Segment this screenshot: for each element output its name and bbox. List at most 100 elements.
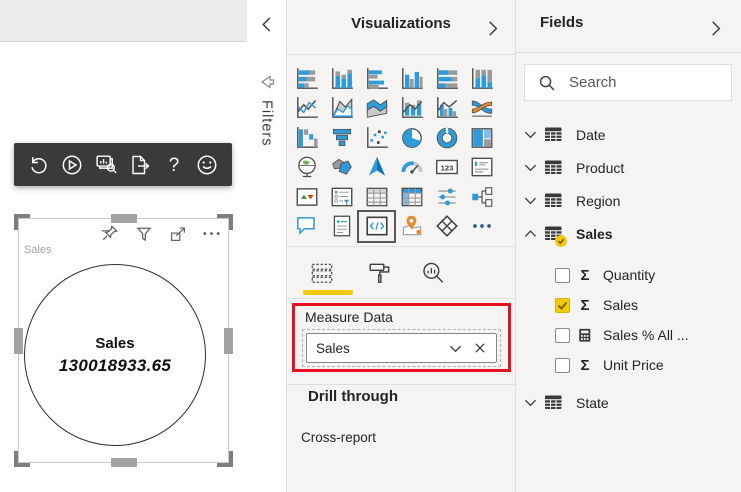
table-row-sales[interactable]: Sales	[516, 217, 741, 250]
viz-type-card-icon[interactable]: 123	[429, 153, 464, 183]
viz-type-key-influencers-icon[interactable]	[429, 182, 464, 212]
remove-field-x-icon[interactable]	[472, 341, 487, 356]
viz-type-shape-map-icon[interactable]	[359, 153, 394, 183]
viz-type-stacked-column-chart-icon[interactable]	[324, 64, 359, 94]
calculated-column-icon	[578, 328, 592, 343]
visualizations-pane: Visualizations 123 Measure Data Sales Dr…	[287, 0, 516, 492]
table-name: Product	[576, 159, 625, 176]
viz-type-donut-chart-icon[interactable]	[429, 123, 464, 153]
viz-type-treemap-icon[interactable]	[464, 123, 499, 153]
table-row-state[interactable]: State	[516, 386, 741, 419]
analytics-tab[interactable]	[420, 260, 446, 286]
chevron-down-icon[interactable]	[448, 341, 463, 356]
viz-type-matrix-icon[interactable]	[394, 182, 429, 212]
filter-icon[interactable]	[133, 223, 154, 244]
filters-pane-collapsed[interactable]: Filters	[247, 0, 287, 492]
chevron-up-icon[interactable]	[522, 227, 538, 240]
cross-report-label: Cross-report	[301, 430, 377, 445]
more-options-icon[interactable]	[201, 223, 222, 244]
visual-floating-toolbar: ?	[14, 143, 232, 186]
fields-search-box[interactable]	[524, 64, 732, 101]
chevron-down-icon[interactable]	[522, 194, 538, 207]
expand-filters-chevron-icon[interactable]	[258, 16, 275, 33]
viz-type-gauge-icon[interactable]	[394, 153, 429, 183]
field-well-item[interactable]: Sales	[306, 333, 497, 363]
feedback-smiley-icon[interactable]	[195, 152, 220, 177]
format-tab[interactable]	[367, 260, 393, 286]
checkbox-unchecked[interactable]	[555, 357, 570, 373]
chevron-down-icon[interactable]	[522, 128, 538, 141]
help-icon[interactable]: ?	[161, 152, 186, 177]
viz-type-filled-map-icon[interactable]	[324, 153, 359, 183]
viz-type-map-icon[interactable]	[289, 153, 324, 183]
chevron-down-icon[interactable]	[522, 396, 538, 409]
viz-type-smart-narrative-icon[interactable]	[324, 212, 359, 242]
viz-type-stacked-area-chart-icon[interactable]	[359, 94, 394, 124]
resize-handle-bottom[interactable]	[110, 458, 137, 467]
viz-type-more-visuals-icon[interactable]	[464, 212, 499, 242]
resize-handle-top-left[interactable]	[14, 214, 30, 230]
viz-type-stacked-bar-chart-icon[interactable]	[289, 64, 324, 94]
resize-handle-right[interactable]	[224, 327, 233, 354]
viz-type-funnel-chart-icon[interactable]	[324, 123, 359, 153]
visual-header-toolbar	[99, 223, 222, 244]
field-well-drop-area[interactable]: Sales	[302, 329, 501, 367]
viz-type-power-apps-icon[interactable]	[429, 212, 464, 242]
viz-type-multi-row-card-icon[interactable]	[464, 153, 499, 183]
card-visual-container[interactable]: Sales Sales 130018933.65	[14, 214, 233, 467]
field-row-quantity[interactable]: Σ Quantity	[516, 260, 741, 290]
viz-type-line-stacked-column-chart-icon[interactable]	[394, 94, 429, 124]
viz-type-scatter-chart-icon[interactable]	[359, 123, 394, 153]
viz-type-decomposition-tree-icon[interactable]	[464, 182, 499, 212]
play-icon[interactable]	[60, 152, 85, 177]
viz-type-script-visual-icon[interactable]	[357, 209, 396, 243]
visualizations-pane-title: Visualizations	[351, 15, 451, 32]
viz-type-ribbon-chart-icon[interactable]	[464, 94, 499, 124]
collapse-visualizations-chevron-icon[interactable]	[485, 20, 502, 37]
viz-type-slicer-icon[interactable]	[324, 182, 359, 212]
table-icon	[544, 125, 563, 144]
table-name: Region	[576, 192, 621, 209]
viz-type-hundred-stacked-column-chart-icon[interactable]	[464, 64, 499, 94]
search-input[interactable]	[567, 73, 711, 92]
resize-handle-bottom-left[interactable]	[14, 451, 30, 467]
sigma-measure-icon: Σ	[580, 266, 590, 284]
export-page-icon[interactable]	[127, 152, 152, 177]
field-name: Unit Price	[603, 357, 664, 373]
viz-type-hundred-stacked-bar-chart-icon[interactable]	[429, 64, 464, 94]
resize-handle-bottom-right[interactable]	[217, 451, 233, 467]
table-icon	[544, 393, 563, 412]
collapse-fields-chevron-icon[interactable]	[708, 20, 725, 37]
viz-type-kpi-icon[interactable]	[289, 182, 324, 212]
viz-type-clustered-column-chart-icon[interactable]	[394, 64, 429, 94]
checkbox-unchecked[interactable]	[555, 327, 570, 343]
pin-icon[interactable]	[99, 223, 120, 244]
refresh-icon[interactable]	[26, 152, 51, 177]
view-records-icon[interactable]	[94, 152, 119, 177]
divider	[287, 384, 515, 385]
viz-type-table-icon[interactable]	[359, 182, 394, 212]
table-row-product[interactable]: Product	[516, 151, 741, 184]
resize-handle-left[interactable]	[14, 327, 23, 354]
chevron-down-icon[interactable]	[522, 161, 538, 174]
field-row-sales[interactable]: Σ Sales	[516, 290, 741, 320]
viz-type-area-chart-icon[interactable]	[324, 94, 359, 124]
card-measure-label: Sales	[95, 334, 135, 352]
viz-type-arcgis-map-icon[interactable]	[394, 212, 429, 242]
visual-type-gallery: 123	[287, 64, 517, 243]
viz-type-waterfall-chart-icon[interactable]	[289, 123, 324, 153]
resize-handle-top[interactable]	[110, 214, 137, 223]
viz-type-line-chart-icon[interactable]	[289, 94, 324, 124]
field-row-sales-all-[interactable]: Sales % All ...	[516, 320, 741, 350]
field-row-unit-price[interactable]: Σ Unit Price	[516, 350, 741, 380]
focus-mode-icon[interactable]	[167, 223, 188, 244]
table-row-date[interactable]: Date	[516, 118, 741, 151]
fields-tab[interactable]	[309, 260, 335, 286]
viz-type-qa-icon[interactable]	[289, 212, 324, 242]
checkbox-checked[interactable]	[555, 297, 570, 313]
viz-type-pie-chart-icon[interactable]	[394, 123, 429, 153]
checkbox-unchecked[interactable]	[555, 267, 570, 283]
viz-type-clustered-bar-chart-icon[interactable]	[359, 64, 394, 94]
table-row-region[interactable]: Region	[516, 184, 741, 217]
viz-type-line-clustered-column-chart-icon[interactable]	[429, 94, 464, 124]
